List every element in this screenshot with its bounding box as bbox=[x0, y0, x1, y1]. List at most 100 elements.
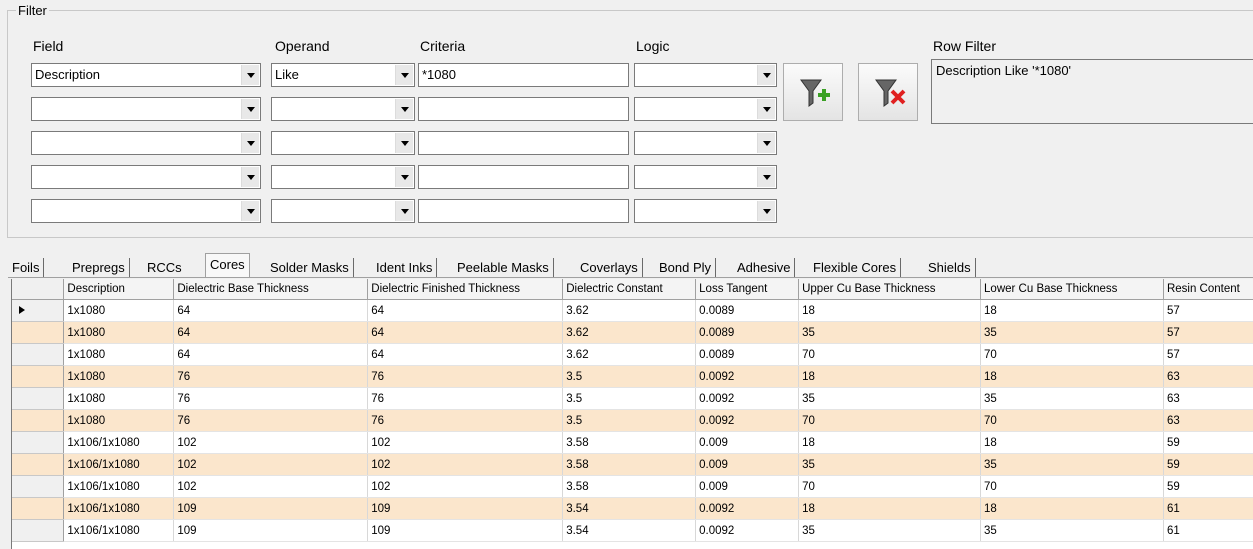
table-cell[interactable]: 3.5 bbox=[562, 409, 697, 432]
table-cell[interactable]: 18 bbox=[798, 299, 982, 322]
row-header[interactable] bbox=[12, 343, 65, 366]
row-header[interactable] bbox=[12, 453, 65, 476]
tab-adhesive[interactable]: Adhesive bbox=[733, 258, 796, 277]
tab-foils[interactable]: Foils bbox=[8, 258, 45, 277]
table-cell[interactable]: 18 bbox=[980, 365, 1164, 388]
clear-filter-button[interactable] bbox=[858, 63, 918, 121]
table-cell[interactable]: 59 bbox=[1163, 453, 1253, 476]
table-cell[interactable]: 3.54 bbox=[562, 497, 697, 520]
chevron-down-icon[interactable] bbox=[395, 99, 413, 119]
table-cell[interactable]: 70 bbox=[980, 409, 1164, 432]
table-cell[interactable]: 59 bbox=[1163, 431, 1253, 454]
table-cell[interactable]: 1x1080 bbox=[63, 365, 175, 388]
table-cell[interactable]: 0.009 bbox=[695, 475, 800, 498]
row-header[interactable] bbox=[12, 321, 65, 344]
column-header[interactable]: Dielectric Finished Thickness bbox=[367, 279, 564, 300]
chevron-down-icon[interactable] bbox=[757, 167, 775, 187]
field-combo-3[interactable] bbox=[31, 131, 261, 155]
logic-combo-2[interactable] bbox=[634, 97, 777, 121]
row-header[interactable] bbox=[12, 431, 65, 454]
table-row[interactable]: 1x1080 76 76 3.5 0.0092 70 70 63 bbox=[12, 409, 1253, 432]
table-cell[interactable]: 35 bbox=[798, 387, 982, 410]
table-cell[interactable]: 1x1080 bbox=[63, 299, 175, 322]
chevron-down-icon[interactable] bbox=[241, 201, 259, 221]
logic-combo-3[interactable] bbox=[634, 131, 777, 155]
table-cell[interactable]: 1x106/1x1080 bbox=[63, 519, 175, 542]
column-header[interactable]: Upper Cu Base Thickness bbox=[798, 279, 982, 300]
chevron-down-icon[interactable] bbox=[241, 133, 259, 153]
table-cell[interactable]: 35 bbox=[980, 321, 1164, 344]
table-cell[interactable]: 0.0089 bbox=[695, 321, 800, 344]
table-cell[interactable]: 3.58 bbox=[562, 431, 697, 454]
table-cell[interactable]: 0.0092 bbox=[695, 497, 800, 520]
operand-combo-3[interactable] bbox=[271, 131, 415, 155]
table-cell[interactable]: 3.5 bbox=[562, 365, 697, 388]
table-cell[interactable]: 0.0089 bbox=[695, 343, 800, 366]
field-combo-5[interactable] bbox=[31, 199, 261, 223]
table-row[interactable]: 1x1080 76 76 3.5 0.0092 35 35 63 bbox=[12, 387, 1253, 410]
field-combo-2[interactable] bbox=[31, 97, 261, 121]
table-cell[interactable]: 0.0092 bbox=[695, 409, 800, 432]
table-cell[interactable]: 3.58 bbox=[562, 475, 697, 498]
table-cell[interactable]: 63 bbox=[1163, 409, 1253, 432]
table-cell[interactable]: 18 bbox=[980, 497, 1164, 520]
table-row[interactable]: 1x106/1x1080 109 109 3.54 0.0092 18 18 61 bbox=[12, 497, 1253, 520]
table-row[interactable]: 1x106/1x1080 102 102 3.58 0.009 70 70 59 bbox=[12, 475, 1253, 498]
chevron-down-icon[interactable] bbox=[241, 65, 259, 85]
table-cell[interactable]: 64 bbox=[173, 321, 369, 344]
chevron-down-icon[interactable] bbox=[241, 167, 259, 187]
tab-coverlays[interactable]: Coverlays bbox=[576, 258, 643, 277]
table-cell[interactable]: 18 bbox=[980, 299, 1164, 322]
materials-grid[interactable]: Description Dielectric Base Thickness Diel… bbox=[11, 279, 1253, 549]
tab-rccs[interactable]: RCCs bbox=[143, 258, 186, 277]
table-cell[interactable]: 109 bbox=[367, 497, 564, 520]
table-cell[interactable]: 61 bbox=[1163, 519, 1253, 542]
table-cell[interactable]: 64 bbox=[173, 299, 369, 322]
row-header[interactable] bbox=[12, 299, 65, 322]
table-cell[interactable]: 3.62 bbox=[562, 343, 697, 366]
table-cell[interactable]: 76 bbox=[367, 387, 564, 410]
table-cell[interactable]: 35 bbox=[798, 519, 982, 542]
field-combo-1[interactable]: Description bbox=[31, 63, 261, 87]
table-cell[interactable]: 3.62 bbox=[562, 321, 697, 344]
table-cell[interactable]: 1x106/1x1080 bbox=[63, 431, 175, 454]
column-header[interactable]: Dielectric Base Thickness bbox=[173, 279, 369, 300]
table-cell[interactable]: 70 bbox=[798, 343, 982, 366]
table-row[interactable]: 1x1080 64 64 3.62 0.0089 70 70 57 bbox=[12, 343, 1253, 366]
logic-combo-4[interactable] bbox=[634, 165, 777, 189]
table-cell[interactable]: 0.009 bbox=[695, 431, 800, 454]
tab-ident-inks[interactable]: Ident Inks bbox=[372, 258, 438, 277]
table-cell[interactable]: 57 bbox=[1163, 321, 1253, 344]
criteria-input-1[interactable]: *1080 bbox=[418, 63, 629, 87]
table-cell[interactable]: 3.54 bbox=[562, 519, 697, 542]
table-cell[interactable]: 109 bbox=[367, 519, 564, 542]
table-cell[interactable]: 102 bbox=[367, 475, 564, 498]
table-cell[interactable]: 102 bbox=[367, 453, 564, 476]
table-cell[interactable]: 1x106/1x1080 bbox=[63, 497, 175, 520]
chevron-down-icon[interactable] bbox=[757, 99, 775, 119]
table-cell[interactable]: 64 bbox=[367, 299, 564, 322]
tab-peelable-masks[interactable]: Peelable Masks bbox=[453, 258, 554, 277]
table-cell[interactable]: 63 bbox=[1163, 365, 1253, 388]
table-cell[interactable]: 3.58 bbox=[562, 453, 697, 476]
table-cell[interactable]: 76 bbox=[173, 365, 369, 388]
table-cell[interactable]: 18 bbox=[798, 365, 982, 388]
table-cell[interactable]: 70 bbox=[798, 409, 982, 432]
chevron-down-icon[interactable] bbox=[395, 133, 413, 153]
table-cell[interactable]: 102 bbox=[173, 431, 369, 454]
field-combo-4[interactable] bbox=[31, 165, 261, 189]
table-cell[interactable]: 18 bbox=[798, 431, 982, 454]
criteria-input-3[interactable] bbox=[418, 131, 629, 155]
table-cell[interactable]: 35 bbox=[798, 453, 982, 476]
row-header[interactable] bbox=[12, 475, 65, 498]
table-row[interactable]: 1x1080 76 76 3.5 0.0092 18 18 63 bbox=[12, 365, 1253, 388]
chevron-down-icon[interactable] bbox=[395, 65, 413, 85]
table-cell[interactable]: 0.0092 bbox=[695, 387, 800, 410]
logic-combo-5[interactable] bbox=[634, 199, 777, 223]
tab-cores[interactable]: Cores bbox=[205, 253, 250, 278]
table-cell[interactable]: 18 bbox=[798, 497, 982, 520]
operand-combo-2[interactable] bbox=[271, 97, 415, 121]
table-cell[interactable]: 102 bbox=[173, 453, 369, 476]
tab-prepregs[interactable]: Prepregs bbox=[68, 258, 130, 277]
table-cell[interactable]: 57 bbox=[1163, 299, 1253, 322]
